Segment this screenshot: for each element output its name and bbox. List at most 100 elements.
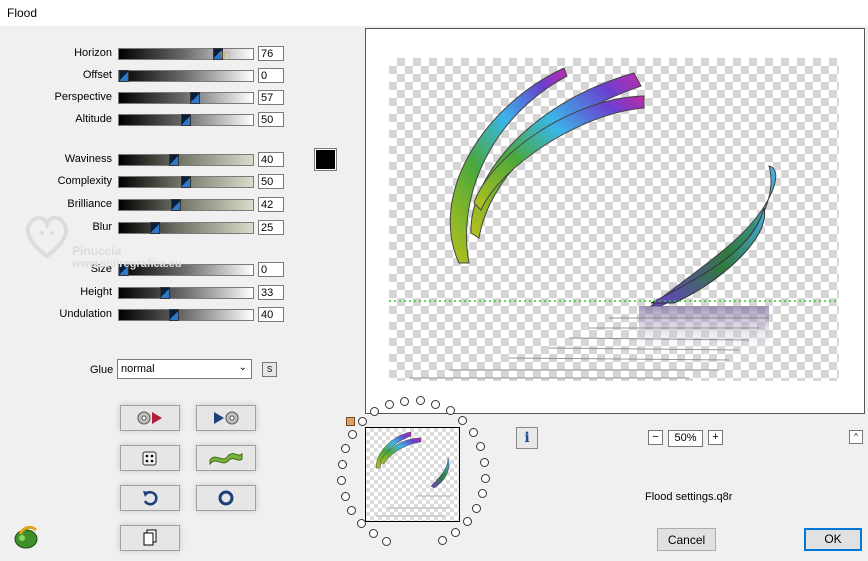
info-button[interactable]: i — [516, 427, 538, 449]
random-dice-icon — [142, 451, 157, 466]
brilliance-slider-thumb[interactable] — [171, 199, 181, 211]
complexity-slider[interactable] — [118, 176, 254, 188]
wave-icon — [209, 452, 243, 466]
glue-s-button[interactable]: S — [262, 362, 277, 377]
navigator-dot — [478, 489, 488, 499]
transparency-canvas — [389, 58, 839, 381]
navigator-dot — [475, 442, 485, 452]
navigator-dot — [341, 444, 351, 454]
navigator-dot — [437, 535, 447, 545]
color-swatch[interactable] — [314, 148, 337, 171]
slider-row-perspective: Perspective 57 — [0, 90, 300, 106]
perspective-slider-thumb[interactable] — [190, 92, 200, 104]
undo-button[interactable] — [120, 485, 180, 511]
perspective-slider[interactable] — [118, 92, 254, 104]
altitude-value-field[interactable]: 50 — [258, 112, 284, 127]
navigator-dot — [370, 407, 380, 417]
navigator-dot — [340, 491, 350, 501]
navigator-dot — [382, 536, 392, 546]
waviness-value-field[interactable]: 40 — [258, 152, 284, 167]
preset-next-button[interactable] — [196, 405, 256, 431]
offset-value-field[interactable]: 0 — [258, 68, 284, 83]
navigator-dot — [337, 459, 347, 469]
navigator-dot — [480, 473, 490, 483]
slider-row-complexity: Complexity 50 — [0, 174, 300, 190]
slider-row-height: Height 33 — [0, 285, 300, 301]
watermark-logo — [22, 211, 72, 264]
undo-icon — [143, 490, 158, 506]
altitude-slider[interactable] — [118, 114, 254, 126]
app-logo — [12, 524, 40, 553]
thumbnail-image — [375, 431, 452, 517]
slider-row-undulation: Undulation 40 — [0, 307, 300, 323]
navigator-handle[interactable] — [346, 417, 355, 426]
navigator-dot — [358, 417, 368, 427]
height-slider[interactable] — [118, 287, 254, 299]
brilliance-value-field[interactable]: 42 — [258, 197, 284, 212]
settings-filename: Flood settings.q8r — [645, 491, 733, 503]
leaf-logo-icon — [14, 525, 38, 549]
waviness-slider[interactable] — [118, 154, 254, 166]
altitude-slider-thumb[interactable] — [181, 114, 191, 126]
reset-ring-icon — [218, 490, 234, 506]
perspective-value-field[interactable]: 57 — [258, 90, 284, 105]
zoom-in-button[interactable]: + — [708, 430, 723, 445]
blur-slider-thumb[interactable] — [150, 222, 160, 234]
navigator-thumbnail[interactable] — [365, 427, 460, 522]
height-slider-thumb[interactable] — [160, 287, 170, 299]
slider-row-altitude: Altitude 50 — [0, 112, 300, 128]
blur-slider[interactable] — [118, 222, 254, 234]
navigator-dot — [348, 429, 358, 439]
scroll-up-button[interactable]: ^ — [849, 430, 863, 444]
flood-dialog: Horizon ☜ 76 Offset 0 Perspective 57 Altitude 50… — [0, 26, 868, 561]
navigator-dot — [347, 506, 357, 516]
glue-select[interactable]: normal ⌄ — [117, 359, 252, 379]
horizon-value-field[interactable]: 76 — [258, 46, 284, 61]
ok-button[interactable]: OK — [804, 528, 862, 551]
navigator-dot — [356, 518, 366, 528]
undulation-label: Undulation — [59, 308, 112, 320]
zoom-out-button[interactable]: − — [648, 430, 663, 445]
navigator-dot — [399, 396, 409, 406]
brilliance-label: Brilliance — [67, 198, 112, 210]
preview-panel — [365, 28, 865, 414]
title-bar: Flood — [0, 0, 868, 26]
height-value-field[interactable]: 33 — [258, 285, 284, 300]
brilliance-slider[interactable] — [118, 199, 254, 211]
waviness-label: Waviness — [64, 153, 112, 165]
complexity-slider-thumb[interactable] — [181, 176, 191, 188]
preset-previous-button[interactable] — [120, 405, 180, 431]
wave-button[interactable] — [196, 445, 256, 471]
perspective-label: Perspective — [54, 91, 112, 103]
navigator-dot — [445, 406, 455, 416]
watermark-name: Pinuccia — [72, 244, 122, 258]
heart-icon — [25, 215, 69, 259]
zoom-value: 50% — [668, 430, 703, 447]
blur-label: Blur — [92, 221, 112, 233]
offset-slider-thumb[interactable] — [119, 70, 129, 82]
navigator-dot — [368, 529, 378, 539]
navigator-dot — [458, 415, 468, 425]
navigator-dot — [468, 427, 478, 437]
blur-value-field[interactable]: 25 — [258, 220, 284, 235]
offset-slider[interactable] — [118, 70, 254, 82]
cancel-button[interactable]: Cancel — [657, 528, 716, 551]
window-title: Flood — [7, 6, 38, 20]
navigator-dot — [431, 399, 441, 409]
reset-button[interactable] — [196, 485, 256, 511]
navigator-dot — [480, 457, 490, 467]
undulation-slider[interactable] — [118, 309, 254, 321]
copy-button[interactable] — [120, 525, 180, 551]
preset-next-icon — [214, 411, 239, 425]
undulation-value-field[interactable]: 40 — [258, 307, 284, 322]
undulation-slider-thumb[interactable] — [169, 309, 179, 321]
watermark-site: www.sidiregrafica.eu — [72, 258, 182, 270]
offset-label: Offset — [82, 69, 112, 81]
horizon-slider[interactable]: ☜ — [118, 48, 254, 65]
complexity-label: Complexity — [57, 175, 112, 187]
random-button[interactable] — [120, 445, 180, 471]
waviness-slider-thumb[interactable] — [169, 154, 179, 166]
navigator-dot — [463, 517, 472, 527]
size-value-field[interactable]: 0 — [258, 262, 284, 277]
complexity-value-field[interactable]: 50 — [258, 174, 284, 189]
